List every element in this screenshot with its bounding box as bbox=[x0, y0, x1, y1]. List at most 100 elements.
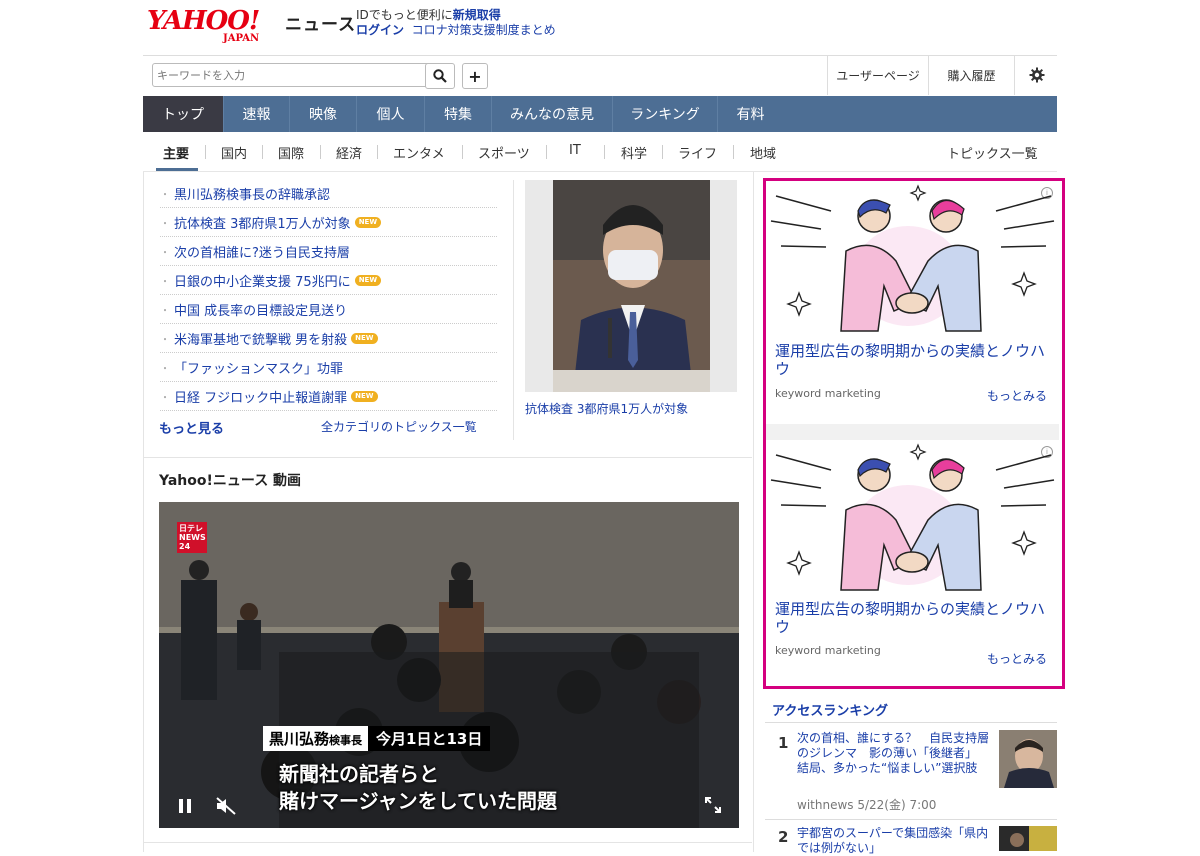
active-category-indicator bbox=[156, 168, 198, 171]
ad-headline[interactable]: 運用型広告の黎明期からの実績とノウハウ bbox=[775, 342, 1045, 378]
category-local[interactable]: 地域 bbox=[750, 143, 776, 162]
ranking-item-title[interactable]: 宇都宮のスーパーで集団感染「県内では例がない」 bbox=[797, 826, 992, 856]
topic-title: 中国 成長率の目標設定見送り bbox=[174, 303, 348, 319]
caption-role: 検事長 bbox=[329, 734, 363, 747]
signup-link[interactable]: 新規取得 bbox=[453, 8, 501, 22]
new-badge: NEW bbox=[351, 390, 378, 402]
ranking-title[interactable]: アクセスランキング bbox=[772, 700, 888, 719]
topic-item[interactable]: ・米海軍基地で銃撃戦 男を射殺 NEW bbox=[160, 324, 497, 353]
nav-ranking[interactable]: ランキング bbox=[613, 96, 718, 132]
video-player[interactable]: 日テレ NEWS 24 黒川弘務検事長 今月1日と13日 新聞社の記者らと 賭け… bbox=[159, 502, 739, 828]
category-domestic[interactable]: 国内 bbox=[221, 143, 247, 162]
purchase-history-link[interactable]: 購入履歴 bbox=[928, 55, 1014, 95]
bullet-icon: ・ bbox=[160, 247, 170, 259]
topic-item[interactable]: ・抗体検査 3都府県1万人が対象 NEW bbox=[160, 208, 497, 237]
photo-caption[interactable]: 抗体検査 3都府県1万人が対象 bbox=[525, 400, 688, 417]
video-frame bbox=[159, 502, 739, 828]
main-nav: トップ 速報 映像 個人 特集 みんなの意見 ランキング 有料 bbox=[143, 96, 1057, 132]
settings-button[interactable] bbox=[1014, 55, 1058, 95]
search-button[interactable] bbox=[425, 63, 455, 89]
ad-card[interactable]: i 運用型広告の黎明期からの実績とノウハウ keyword marketing … bbox=[766, 181, 1059, 431]
divider bbox=[662, 145, 663, 159]
user-page-link[interactable]: ユーザーページ bbox=[827, 55, 928, 95]
search-icon bbox=[433, 69, 447, 83]
topic-item[interactable]: ・日経 フジロック中止報道謝罪 NEW bbox=[160, 382, 497, 411]
topic-item[interactable]: ・次の首相誰に?迷う自民支持層 bbox=[160, 237, 497, 266]
category-science[interactable]: 科学 bbox=[621, 143, 647, 162]
id-prompt-text: IDでもっと便利に bbox=[356, 8, 453, 22]
category-entertainment[interactable]: エンタメ bbox=[393, 143, 445, 162]
handshake-illustration bbox=[770, 184, 1055, 332]
divider bbox=[262, 145, 263, 159]
search-input[interactable] bbox=[152, 63, 434, 87]
caption-name-box: 黒川弘務検事長 bbox=[263, 726, 369, 751]
nav-paid[interactable]: 有料 bbox=[718, 96, 783, 132]
pause-button[interactable] bbox=[175, 796, 195, 816]
add-button[interactable]: + bbox=[462, 63, 488, 89]
topic-item[interactable]: ・「ファッションマスク」功罪 bbox=[160, 353, 497, 382]
nav-top[interactable]: トップ bbox=[143, 96, 224, 132]
category-economy[interactable]: 経済 bbox=[336, 143, 362, 162]
login-row: ログイン コロナ対策支援制度まとめ bbox=[356, 21, 556, 38]
rank-number: 2 bbox=[778, 828, 789, 846]
category-world[interactable]: 国際 bbox=[278, 143, 304, 162]
ad-headline[interactable]: 運用型広告の黎明期からの実績とノウハウ bbox=[775, 600, 1045, 636]
service-name[interactable]: ニュース bbox=[285, 10, 356, 35]
topics-list-link[interactable]: トピックス一覧 bbox=[947, 143, 1038, 162]
category-life[interactable]: ライフ bbox=[678, 143, 717, 162]
ad-more-link[interactable]: もっとみる bbox=[987, 650, 1047, 667]
bullet-icon: ・ bbox=[160, 334, 170, 346]
ad-more-link[interactable]: もっとみる bbox=[987, 387, 1047, 404]
bullet-icon: ・ bbox=[160, 363, 170, 375]
divider bbox=[513, 180, 514, 440]
nav-opinions[interactable]: みんなの意見 bbox=[492, 96, 613, 132]
ranking-thumbnail[interactable] bbox=[999, 730, 1057, 788]
bullet-icon: ・ bbox=[160, 218, 170, 230]
bullet-icon: ・ bbox=[160, 276, 170, 288]
topic-item[interactable]: ・中国 成長率の目標設定見送り bbox=[160, 295, 497, 324]
category-it[interactable]: IT bbox=[569, 143, 581, 158]
ranking-item-title[interactable]: 次の首相、誰にする？ 自民支持層のジレンマ 影の薄い「後継者」 結局、多かった“… bbox=[797, 731, 992, 776]
covid-support-link[interactable]: コロナ対策支援制度まとめ bbox=[412, 23, 556, 37]
topic-photo[interactable] bbox=[553, 180, 710, 392]
more-topics-link[interactable]: もっと見る bbox=[159, 418, 224, 437]
divider bbox=[205, 145, 206, 159]
mute-button[interactable] bbox=[215, 796, 237, 816]
topic-title: 日経 フジロック中止報道謝罪 bbox=[174, 390, 348, 406]
nav-feature[interactable]: 特集 bbox=[425, 96, 492, 132]
divider bbox=[143, 842, 752, 843]
caption-date: 今月1日と13日 bbox=[368, 726, 491, 751]
bullet-icon: ・ bbox=[160, 305, 170, 317]
bullet-icon: ・ bbox=[160, 189, 170, 201]
nav-breaking[interactable]: 速報 bbox=[224, 96, 290, 132]
ranking-thumbnail[interactable] bbox=[999, 826, 1057, 851]
ad-advertiser: keyword marketing bbox=[775, 387, 881, 400]
topic-title: 「ファッションマスク」功罪 bbox=[174, 361, 344, 377]
category-sports[interactable]: スポーツ bbox=[478, 143, 530, 162]
nav-video[interactable]: 映像 bbox=[290, 96, 357, 132]
plus-icon: + bbox=[468, 66, 482, 86]
yahoo-logo[interactable]: YAHOO! JAPAN bbox=[147, 6, 282, 46]
channel-logo: 日テレ NEWS 24 bbox=[177, 522, 207, 553]
ad-separator bbox=[766, 424, 1059, 440]
divider bbox=[604, 145, 605, 159]
all-categories-link[interactable]: 全カテゴリのトピックス一覧 bbox=[321, 418, 477, 435]
caption-name: 黒川弘務 bbox=[269, 730, 330, 748]
topic-item[interactable]: ・日銀の中小企業支援 75兆円に NEW bbox=[160, 266, 497, 295]
logo-sub: JAPAN bbox=[223, 33, 260, 44]
topic-title: 米海軍基地で銃撃戦 男を射殺 bbox=[174, 332, 348, 348]
caption-line2: 賭けマージャンをしていた問題 bbox=[279, 789, 557, 813]
login-link[interactable]: ログイン bbox=[356, 23, 404, 37]
handshake-illustration bbox=[770, 443, 1055, 591]
category-main[interactable]: 主要 bbox=[163, 143, 189, 162]
caption-top: 黒川弘務検事長 今月1日と13日 bbox=[263, 726, 491, 751]
divider bbox=[143, 457, 752, 458]
ad-card[interactable]: i 運用型広告の黎明期からの実績とノウハウ keyword marketing … bbox=[766, 440, 1059, 680]
topic-item[interactable]: ・黒川弘務検事長の辞職承認 bbox=[160, 179, 497, 208]
fullscreen-button[interactable] bbox=[703, 795, 723, 815]
divider bbox=[733, 145, 734, 159]
nav-individual[interactable]: 個人 bbox=[357, 96, 425, 132]
fullscreen-icon bbox=[705, 797, 721, 813]
muted-speaker-icon bbox=[216, 797, 236, 815]
category-nav: 主要 国内 国際 経済 エンタメ スポーツ IT 科学 ライフ 地域 トピックス… bbox=[143, 133, 1057, 172]
